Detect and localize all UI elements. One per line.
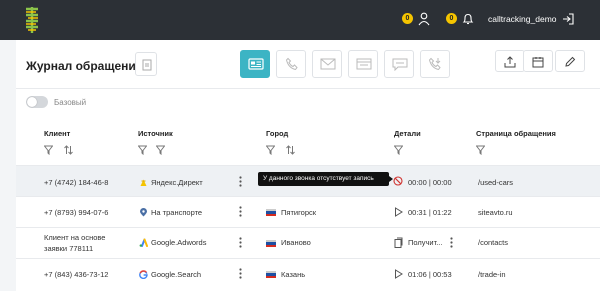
russia-flag-icon bbox=[266, 271, 276, 278]
page-title: Журнал обращений bbox=[26, 59, 144, 73]
column-header-details: Детали bbox=[394, 129, 421, 138]
logo-icon[interactable] bbox=[22, 6, 42, 34]
more-options-icon[interactable] bbox=[239, 176, 242, 187]
client-phone[interactable]: +7 (8793) 994-07-6 bbox=[44, 208, 108, 217]
source-name: Яндекс.Директ bbox=[151, 178, 203, 187]
logout-icon[interactable] bbox=[562, 12, 574, 26]
edit-button[interactable] bbox=[555, 50, 585, 72]
client-phone[interactable]: +7 (4742) 184-46-8 bbox=[44, 178, 108, 187]
form-type-button[interactable] bbox=[348, 50, 378, 78]
google-ads-icon bbox=[139, 238, 148, 247]
chat-icon bbox=[392, 58, 408, 71]
client-name-line-2[interactable]: заявки 778111 bbox=[44, 244, 93, 253]
callback-type-button[interactable] bbox=[420, 50, 450, 78]
basic-view-toggle[interactable] bbox=[26, 96, 48, 108]
call-duration: 00:00 | 00:00 bbox=[408, 178, 452, 187]
email-type-button[interactable] bbox=[312, 50, 342, 78]
no-record-icon[interactable] bbox=[393, 176, 403, 186]
more-options-icon[interactable] bbox=[239, 268, 242, 279]
calls-type-button[interactable] bbox=[276, 50, 306, 78]
column-header-page: Страница обращения bbox=[476, 129, 556, 138]
export-file-button[interactable] bbox=[135, 52, 157, 76]
table-row[interactable]: +7 (843) 436-73-12 Google.Search Казань … bbox=[16, 258, 600, 289]
call-duration: 01:06 | 00:53 bbox=[408, 270, 452, 279]
filter-icon[interactable] bbox=[266, 145, 275, 155]
all-requests-icon bbox=[248, 58, 264, 70]
file-icon bbox=[142, 59, 152, 71]
username-label[interactable]: calltracking_demo bbox=[488, 14, 557, 24]
city-name: Казань bbox=[281, 270, 306, 279]
more-options-icon[interactable] bbox=[239, 237, 242, 248]
no-record-tooltip: У данного звонка отсутствует запись bbox=[258, 172, 393, 186]
source-name: Google.Search bbox=[151, 270, 202, 279]
russia-flag-icon bbox=[266, 240, 276, 247]
upload-icon bbox=[504, 56, 516, 68]
table-row[interactable]: Клиент на основе заявки 778111 Google.Ad… bbox=[16, 227, 600, 258]
calendar-icon bbox=[532, 57, 544, 68]
chat-type-button[interactable] bbox=[384, 50, 414, 78]
basic-view-toggle-label: Базовый bbox=[54, 98, 87, 107]
call-duration: 00:31 | 01:22 bbox=[408, 208, 452, 217]
alerts-count-badge: 0 bbox=[446, 13, 457, 24]
callback-icon bbox=[428, 57, 441, 71]
column-header-client: Клиент bbox=[44, 129, 71, 138]
column-header-source: Источник bbox=[138, 129, 173, 138]
sort-icon[interactable] bbox=[286, 145, 295, 155]
russia-flag-icon bbox=[266, 209, 276, 216]
filter-icon[interactable] bbox=[476, 145, 485, 155]
landing-page[interactable]: /trade-in bbox=[478, 270, 506, 279]
bell-icon[interactable] bbox=[462, 12, 474, 26]
top-bar: 0 0 calltracking_demo bbox=[0, 0, 600, 40]
notification-count-badge: 0 bbox=[402, 13, 413, 24]
more-options-icon[interactable] bbox=[450, 237, 453, 248]
envelope-icon bbox=[320, 58, 336, 70]
landing-page[interactable]: /contacts bbox=[478, 238, 508, 247]
client-phone[interactable]: +7 (843) 436-73-12 bbox=[44, 270, 108, 279]
column-header-city: Город bbox=[266, 129, 289, 138]
city-name: Иваново bbox=[281, 238, 311, 247]
source-name: Google.Adwords bbox=[151, 238, 207, 247]
landing-page[interactable]: siteavto.ru bbox=[478, 208, 513, 217]
all-requests-type-button[interactable] bbox=[240, 50, 270, 78]
play-icon[interactable] bbox=[394, 207, 403, 217]
document-icon[interactable] bbox=[394, 237, 403, 248]
google-icon bbox=[139, 270, 148, 279]
export-button[interactable] bbox=[495, 50, 525, 72]
source-name: На транспорте bbox=[151, 208, 203, 217]
filter-icon[interactable] bbox=[156, 145, 165, 155]
filter-icon[interactable] bbox=[394, 145, 403, 155]
client-name-line-1[interactable]: Клиент на основе bbox=[44, 233, 105, 242]
landing-page[interactable]: /used-cars bbox=[478, 178, 513, 187]
filter-icon[interactable] bbox=[138, 145, 147, 155]
date-range-button[interactable] bbox=[523, 50, 553, 72]
location-icon bbox=[140, 208, 147, 217]
play-icon[interactable] bbox=[394, 269, 403, 279]
filter-icon[interactable] bbox=[44, 145, 53, 155]
header-separator bbox=[16, 88, 600, 89]
sort-icon[interactable] bbox=[64, 145, 73, 155]
city-name: Пятигорск bbox=[281, 208, 317, 217]
pencil-icon bbox=[565, 56, 576, 67]
request-details: Получит... bbox=[408, 238, 443, 247]
phone-icon bbox=[285, 57, 298, 71]
yandex-icon bbox=[140, 179, 147, 186]
form-window-icon bbox=[356, 58, 372, 70]
table-row[interactable]: +7 (8793) 994-07-6 На транспорте Пятигор… bbox=[16, 196, 600, 227]
user-icon[interactable] bbox=[418, 12, 430, 26]
more-options-icon[interactable] bbox=[239, 206, 242, 217]
